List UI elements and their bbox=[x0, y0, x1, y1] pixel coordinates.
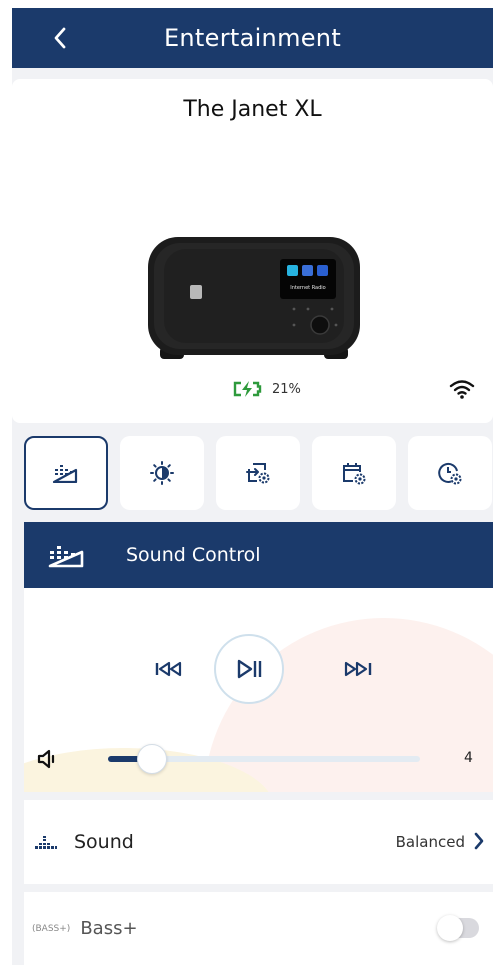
tab-brightness[interactable] bbox=[120, 436, 204, 510]
tab-timer-settings[interactable] bbox=[408, 436, 492, 510]
tab-input-settings[interactable] bbox=[216, 436, 300, 510]
speaker-icon bbox=[37, 749, 55, 769]
bass-plus-toggle-knob bbox=[437, 915, 463, 941]
page-title: Entertainment bbox=[163, 24, 342, 52]
equalizer-icon bbox=[48, 546, 84, 568]
bass-plus-toggle[interactable] bbox=[437, 915, 479, 941]
skip-previous-icon bbox=[155, 661, 182, 677]
previous-track-button[interactable] bbox=[152, 654, 188, 684]
bass-badge-icon: (BASS+) bbox=[32, 923, 71, 934]
tab-sound-control[interactable] bbox=[24, 436, 108, 510]
app-root: Entertainment The Janet XL Internet Radi… bbox=[0, 0, 493, 965]
skip-next-icon bbox=[344, 661, 372, 677]
battery-percent: 21% bbox=[272, 381, 301, 397]
clock-settings-icon bbox=[438, 462, 462, 485]
battery-status: 21% bbox=[232, 381, 301, 397]
input-settings-icon bbox=[246, 463, 270, 484]
play-pause-button[interactable] bbox=[214, 634, 284, 704]
volume-slider-thumb[interactable] bbox=[137, 744, 167, 774]
screen-frame: Entertainment The Janet XL Internet Radi… bbox=[12, 8, 493, 965]
bars-icon bbox=[35, 836, 57, 849]
brightness-icon bbox=[150, 461, 174, 485]
sound-label: Sound bbox=[74, 831, 134, 853]
device-card: The Janet XL Internet Radio 21% bbox=[12, 79, 493, 423]
equalizer-icon bbox=[52, 465, 78, 483]
mode-tabs bbox=[24, 436, 493, 510]
next-track-button[interactable] bbox=[339, 654, 375, 684]
section-header: Sound Control bbox=[24, 522, 493, 588]
app-header: Entertainment bbox=[12, 8, 493, 68]
player-panel: 4 bbox=[24, 588, 493, 792]
volume-value: 4 bbox=[464, 750, 473, 766]
battery-charging-icon bbox=[233, 381, 262, 397]
bass-plus-row: (BASS+) Bass+ bbox=[24, 892, 493, 965]
device-name: The Janet XL bbox=[183, 97, 322, 122]
sound-mode-row[interactable]: Sound Balanced bbox=[24, 800, 493, 884]
calendar-settings-icon bbox=[343, 463, 366, 485]
sound-mode-value: Balanced bbox=[395, 833, 465, 851]
tab-calendar-settings[interactable] bbox=[312, 436, 396, 510]
bass-plus-label: Bass+ bbox=[80, 918, 138, 939]
wifi-icon bbox=[449, 380, 475, 399]
section-title: Sound Control bbox=[126, 544, 261, 566]
device-screen-text: Internet Radio bbox=[290, 285, 326, 291]
volume-slider[interactable] bbox=[108, 744, 420, 774]
radio-device-image: Internet Radio bbox=[148, 237, 360, 359]
chevron-right-icon bbox=[474, 832, 484, 850]
play-pause-icon bbox=[237, 659, 262, 679]
